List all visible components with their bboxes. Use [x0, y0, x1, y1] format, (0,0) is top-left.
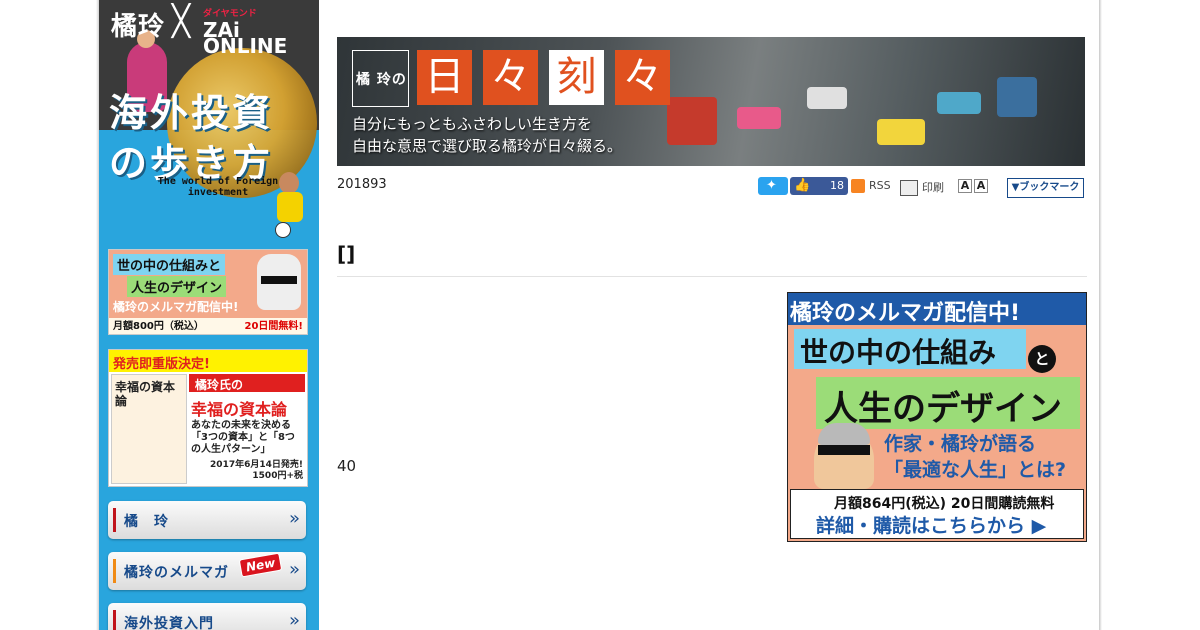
double-chevron-icon: »	[288, 508, 300, 529]
nav-button-label: 橘 玲	[124, 514, 169, 530]
printer-icon	[900, 180, 918, 196]
newsletter-ad-small[interactable]: 世の中の仕組みと 人生のデザイン 橘玲のメルマガ配信中! 月額800円（税込） …	[108, 249, 308, 335]
ad-line1: 世の中の仕組み	[800, 336, 997, 369]
soccer-ball-illustration	[275, 222, 291, 238]
nav-accent-bar	[113, 508, 116, 532]
title-tile: 々	[483, 50, 538, 105]
player-body-illustration	[277, 192, 303, 222]
facebook-like-button[interactable]: 👍 18	[790, 177, 848, 195]
author-name: 橘 玲の	[356, 72, 407, 88]
banner-tagline-line2: 自由な意思で選び取る橘玲が日々綴る。	[352, 137, 623, 155]
newsletter-ad-large[interactable]: 橘玲のメルマガ配信中! 世の中の仕組み と 人生のデザイン 作家・橘玲が語る 「…	[787, 292, 1087, 542]
author-hair-illustration	[818, 423, 870, 445]
nav-button-newsletter[interactable]: 橘玲のメルマガ New »	[108, 552, 306, 590]
newsletter-ad-price: 月額800円（税込）	[113, 321, 204, 332]
newsletter-ad-line1: 世の中の仕組みと	[113, 254, 226, 275]
ad-line3b: 「最適な人生」とは?	[884, 459, 1067, 481]
car-illustration	[877, 119, 925, 145]
twitter-bird-icon: ✦	[766, 178, 777, 193]
book-ad-release: 2017年6月14日発売! 1500円+税	[210, 460, 303, 481]
newsletter-ad-trial: 20日間無料!	[244, 321, 303, 332]
bookmark-button[interactable]: ▼ブックマーク	[1007, 178, 1084, 198]
banner-tagline-line1: 自分にもっともふさわしい生き方を	[352, 115, 593, 133]
article-body: 40	[337, 457, 357, 475]
ad-price: 月額864円(税込) 20日間購読無料	[834, 496, 1055, 512]
article-title: []	[337, 242, 356, 266]
zai-online-logo: ダイヤモンド ZAi ONLINE	[203, 6, 319, 56]
sidebar: 橘玲 ╳ ダイヤモンド ZAi ONLINE 海外投資 の歩き方 The wor…	[99, 0, 319, 630]
nav-button-author[interactable]: 橘 玲 »	[108, 501, 306, 539]
ad-line3: 作家・橘玲が語る 「最適な人生」とは?	[884, 431, 1066, 483]
book-ad-banner: 発売即重版決定!	[113, 357, 210, 372]
banner-tagline: 自分にもっともふさわしい生き方を 自由な意思で選び取る橘玲が日々綴る。	[352, 113, 622, 157]
title-divider	[337, 276, 1087, 277]
ad-to-badge: と	[1028, 345, 1056, 373]
nav-button-label: 海外投資入門	[124, 616, 214, 630]
sunglasses-illustration	[818, 445, 870, 455]
rss-label: RSS	[869, 179, 891, 192]
zai-online-logo-text: ZAi ONLINE	[203, 18, 288, 58]
title-tile: 々	[615, 50, 670, 105]
newsletter-ad-line2: 人生のデザイン	[127, 276, 227, 297]
article-date: 201893	[337, 177, 387, 192]
ad-cta[interactable]: 詳細・購読はこちらから ▶	[816, 511, 1046, 538]
player-head-illustration	[279, 172, 299, 194]
double-chevron-icon: »	[288, 559, 300, 580]
book-ad[interactable]: 発売即重版決定! 幸福の資本論 橘玲氏の 幸福の資本論 あなたの未来を決める「3…	[108, 349, 308, 487]
print-link[interactable]: 印刷	[900, 179, 944, 196]
column-title-line1: 海外投資	[109, 91, 274, 135]
print-label: 印刷	[922, 181, 944, 194]
ad-line2: 人生のデザイン	[824, 389, 1062, 429]
book-ad-description: あなたの未来を決める「3つの資本」と「8つの人生パターン」	[191, 420, 295, 455]
brand-cross: ╳	[172, 4, 191, 39]
newsletter-ad-line3: 橘玲のメルマガ配信中!	[113, 300, 239, 314]
new-badge: New	[238, 552, 283, 578]
column-header-banner[interactable]: 橘 玲の 日 々 刻 々 自分にもっともふさわしい生き方を 自由な意思で選び取る…	[337, 37, 1085, 166]
rss-icon	[851, 179, 865, 193]
book-ad-author: 橘玲氏の	[195, 378, 244, 392]
ad-top-text: 橘玲のメルマガ配信中!	[790, 301, 1021, 326]
book-ad-headline: 幸福の資本論	[191, 400, 288, 419]
like-count: 18	[830, 179, 844, 192]
page-shadow-right	[1099, 0, 1102, 630]
font-size-large-button[interactable]: A	[958, 179, 972, 193]
font-size-controls: AA	[958, 179, 990, 193]
title-tile: 日	[417, 50, 472, 105]
font-size-small-button[interactable]: A	[974, 179, 988, 193]
tweet-button[interactable]: ✦	[758, 177, 788, 195]
brand-name: 橘玲	[111, 12, 166, 42]
nav-accent-bar	[113, 610, 116, 630]
column-logo-banner[interactable]: 橘玲 ╳ ダイヤモンド ZAi ONLINE 海外投資 の歩き方 The wor…	[99, 0, 319, 244]
title-tile: 刻	[549, 50, 604, 105]
nav-button-foreign-investment[interactable]: 海外投資入門 »	[108, 603, 306, 630]
rss-link[interactable]: RSS	[851, 179, 891, 193]
double-chevron-icon: »	[288, 610, 300, 630]
column-subtitle: The world of Foreign investment	[157, 176, 279, 198]
car-illustration	[937, 92, 981, 114]
nav-accent-bar	[113, 559, 116, 583]
sunglasses-illustration	[261, 276, 297, 284]
nav-button-label: 橘玲のメルマガ	[124, 565, 229, 581]
car-illustration	[737, 107, 781, 129]
book-cover-title: 幸福の資本論	[115, 380, 176, 408]
bus-illustration	[667, 97, 717, 145]
thumbs-up-icon: 👍	[794, 178, 811, 193]
ad-line3a: 作家・橘玲が語る	[884, 433, 1037, 455]
truck-illustration	[997, 77, 1037, 117]
car-illustration	[807, 87, 847, 109]
